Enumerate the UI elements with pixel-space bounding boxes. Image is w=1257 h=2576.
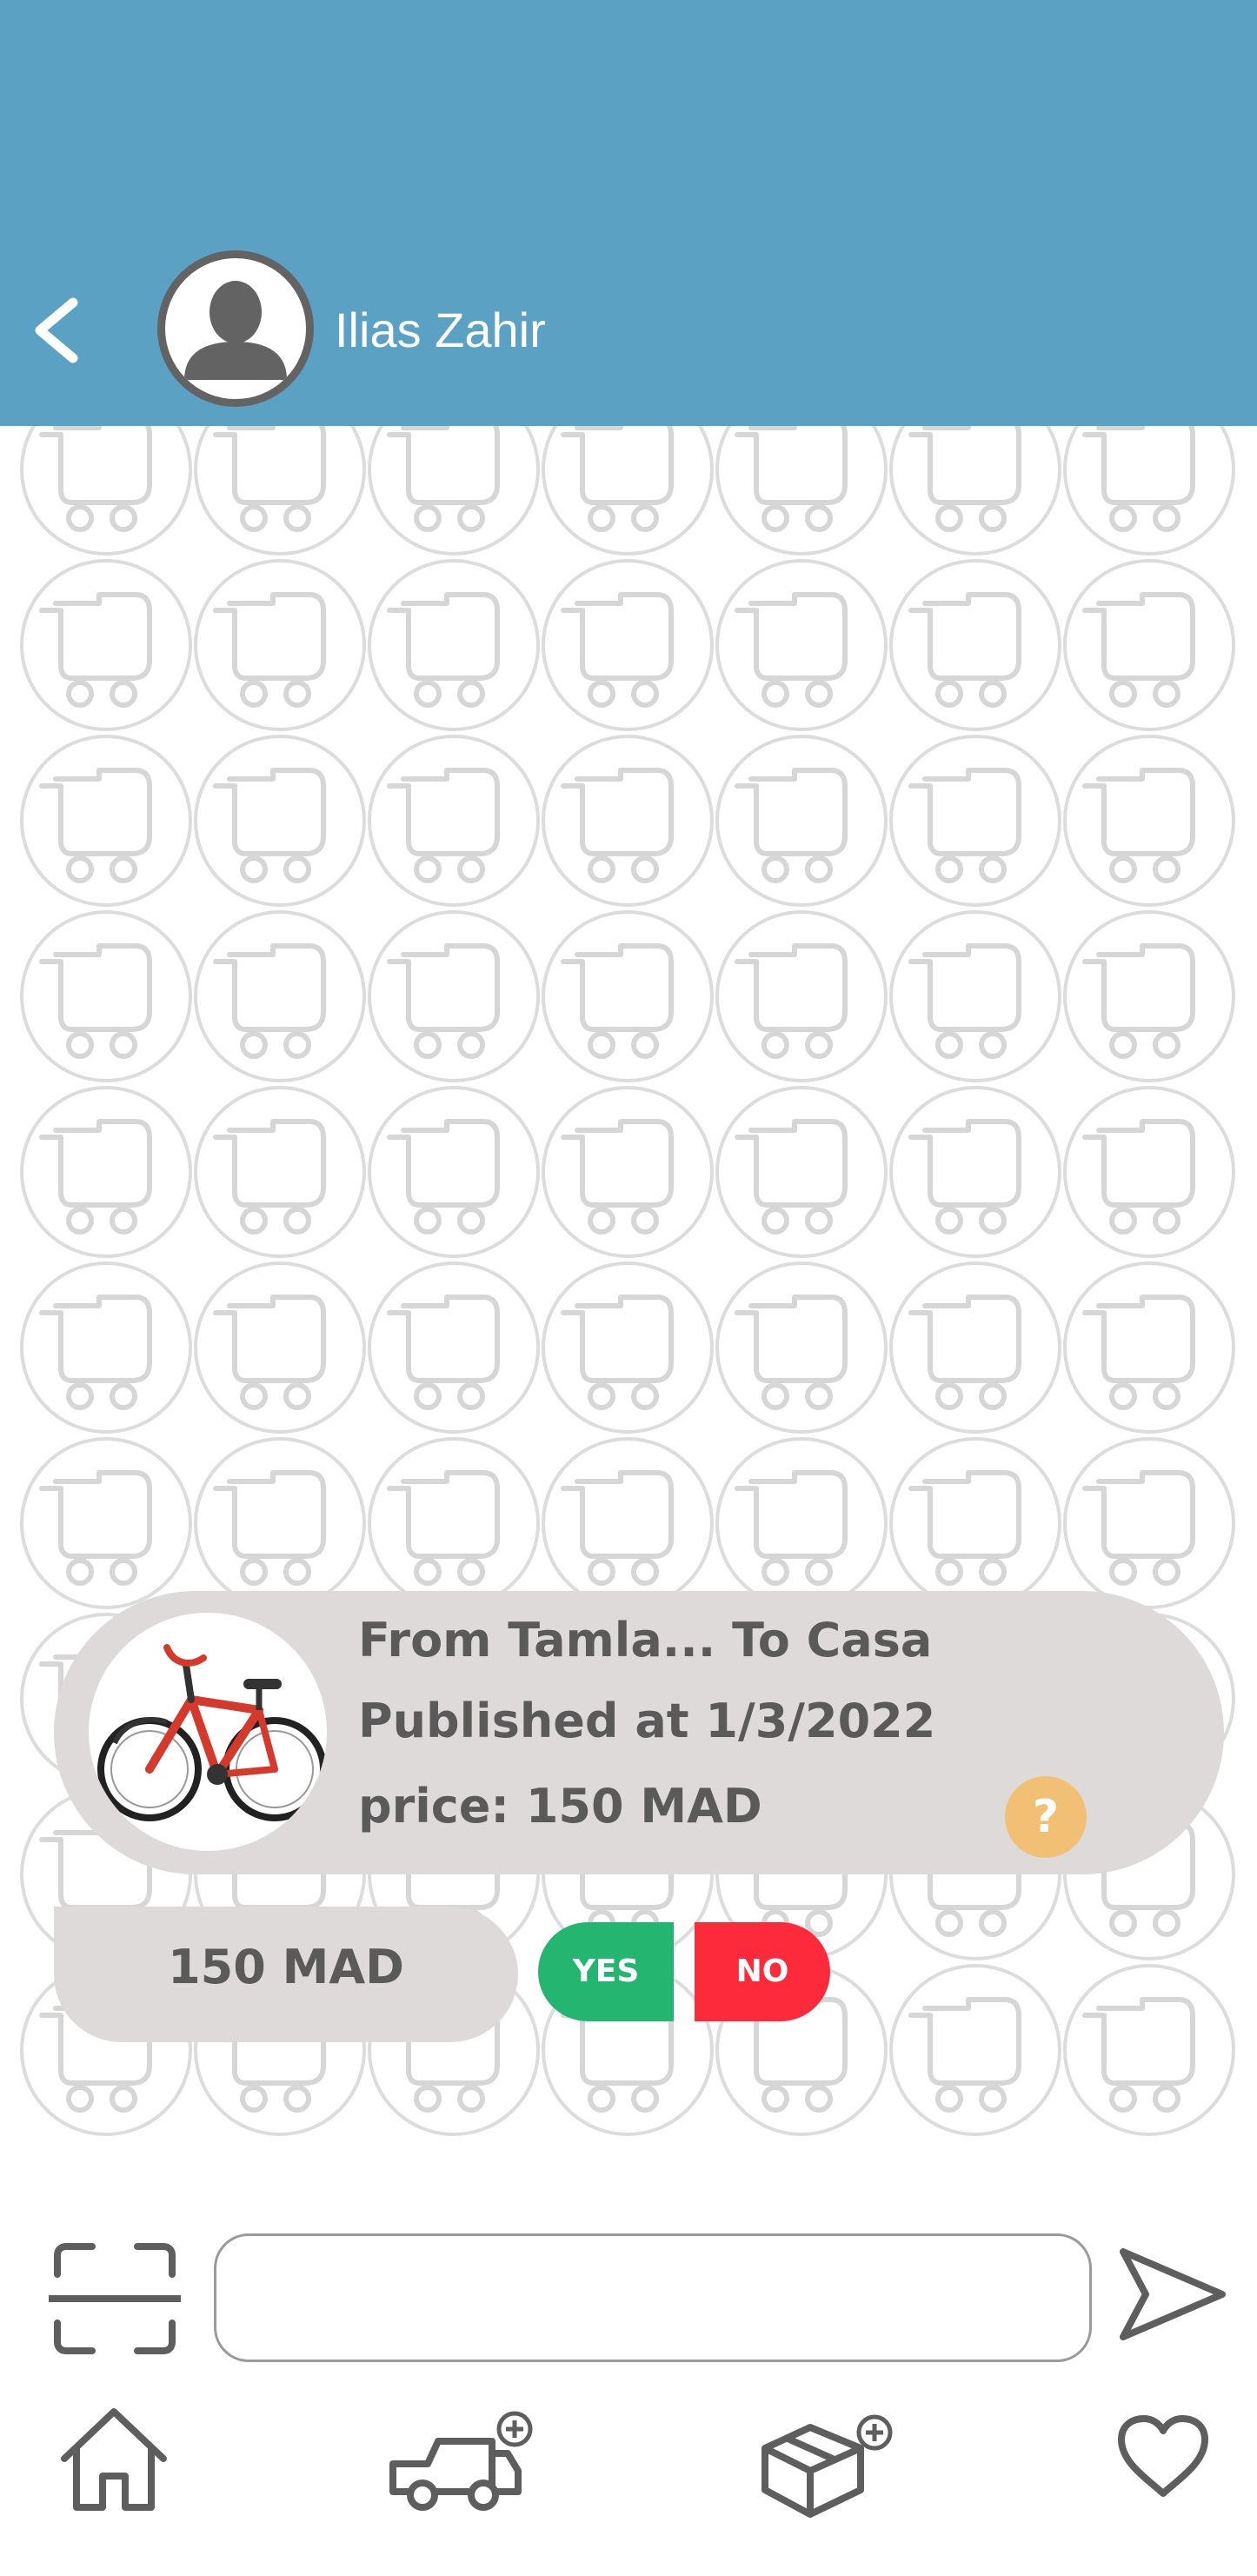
cart-pattern-tile [196,561,364,729]
cart-pattern-tile [891,1966,1060,2134]
cart-pattern-tile [1065,1966,1234,2134]
cart-pattern-tile [1065,912,1234,1081]
send-icon [1120,2248,1226,2340]
cart-pattern-tile [543,1088,712,1256]
cart-pattern-tile [891,912,1060,1081]
scan-button[interactable] [45,2240,184,2358]
bicycle-image[interactable] [89,1613,327,1851]
cart-pattern-tile [543,426,712,554]
cart-pattern-tile [369,912,538,1081]
cart-pattern-tile [717,1088,886,1256]
bottom-navigation [0,2365,1257,2576]
message-input[interactable] [214,2233,1092,2362]
cart-pattern-tile [369,736,538,905]
cart-pattern-tile [891,1439,1060,1608]
cart-pattern-tile [22,736,190,905]
cart-pattern-tile [543,561,712,729]
cart-pattern-tile [22,1263,190,1432]
cart-pattern-tile [717,1439,886,1608]
favorites-heart-icon [1118,2415,1208,2497]
send-button[interactable] [1114,2243,1229,2346]
nav-add-package[interactable] [756,2406,895,2523]
cart-pattern-tile [543,1439,712,1608]
cart-pattern-tile [22,426,190,554]
cart-pattern-tile [717,561,886,729]
cart-pattern-tile [891,1263,1060,1432]
cart-pattern-tile [543,1263,712,1432]
cart-pattern-tile [891,736,1060,905]
cart-pattern-tile [1065,426,1234,554]
cart-pattern-tile [717,912,886,1081]
cart-pattern-tile [891,1088,1060,1256]
cart-pattern-tile [22,1439,190,1608]
cart-pattern-tile [717,736,886,905]
cart-pattern-tile [717,426,886,554]
nav-home[interactable] [57,2405,170,2516]
contact-name[interactable]: Ilias Zahir [335,300,546,361]
cart-pattern-tile [369,561,538,729]
home-icon [61,2408,167,2511]
trip-published-date: Published at 1/3/2022 [358,1694,936,1748]
trip-route: From Tamla... To Casa [358,1613,933,1667]
cart-pattern-tile [1065,1088,1234,1256]
cart-pattern-tile [196,1439,364,1608]
cart-pattern-tile [196,426,364,554]
cart-pattern-tile [22,912,190,1081]
cart-pattern-tile [369,1088,538,1256]
add-delivery-truck-icon [389,2411,533,2511]
reject-offer-button[interactable]: NO [695,1922,830,2021]
bicycle-illustration [97,1644,327,1821]
cart-pattern-tile [369,1439,538,1608]
chat-screen: Ilias Zahir From Tamla... To Casa Publis… [0,0,1257,2576]
offer-amount: 150 MAD [168,1940,404,1994]
cart-pattern-tile [543,736,712,905]
cart-pattern-tile [196,736,364,905]
chat-header: Ilias Zahir [0,0,1257,426]
cart-pattern-tile [891,426,1060,554]
contact-avatar[interactable] [157,250,314,407]
cart-pattern-tile [196,1263,364,1432]
user-avatar-icon [184,281,287,380]
cart-pattern-tile [717,1263,886,1432]
back-button[interactable] [19,287,97,374]
cart-pattern-tile [1065,1439,1234,1608]
cart-pattern-tile [369,426,538,554]
accept-offer-button[interactable]: YES [538,1922,674,2021]
cart-pattern-tile [543,912,712,1081]
nav-add-delivery[interactable] [388,2410,537,2518]
help-button[interactable]: ? [1005,1776,1087,1858]
cart-pattern-tile [22,561,190,729]
cart-pattern-tile [369,1263,538,1432]
cart-pattern-tile [891,561,1060,729]
nav-favorites[interactable] [1116,2413,1210,2504]
cart-pattern-tile [1065,1263,1234,1432]
cart-pattern-tile [1065,561,1234,729]
cart-pattern-tile [196,912,364,1081]
cart-pattern-tile [1065,736,1234,905]
trip-price: price: 150 MAD [358,1779,762,1834]
add-package-icon [762,2414,893,2518]
scan-frame-icon [45,2243,184,2354]
cart-pattern-tile [196,1088,364,1256]
chevron-left-icon [35,297,78,363]
cart-pattern-tile [22,1088,190,1256]
